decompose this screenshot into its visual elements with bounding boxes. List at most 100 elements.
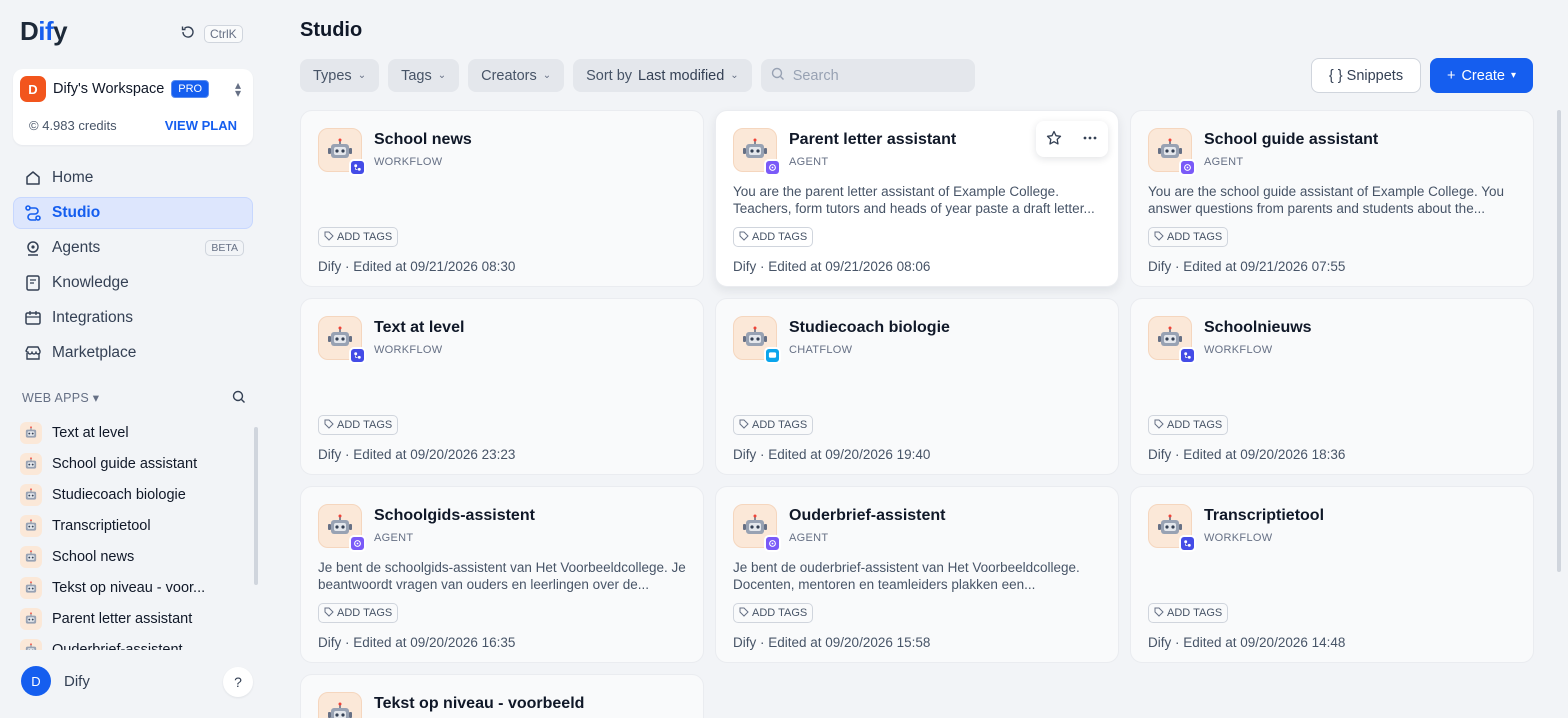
- nav-integrations[interactable]: Integrations: [13, 302, 253, 334]
- tag-icon: [739, 607, 749, 620]
- app-meta: Dify · Edited at 09/20/2026 23:23: [318, 447, 516, 462]
- web-app-label: Studiecoach biologie: [52, 486, 186, 503]
- agent-type-icon: [349, 535, 366, 552]
- web-app-label: Tekst op niveau - voor...: [52, 579, 206, 596]
- web-app-item[interactable]: Text at level: [18, 417, 254, 448]
- app-card[interactable]: School guide assistant AGENT You are the s…: [1130, 110, 1534, 287]
- types-filter[interactable]: Types ⌄: [300, 59, 380, 92]
- app-card[interactable]: School news WORKFLOW ADD TAGS Dify · Edited…: [300, 110, 704, 287]
- app-description: [318, 183, 688, 217]
- robot-icon: [318, 504, 366, 552]
- book-icon: [24, 274, 42, 292]
- app-card[interactable]: Schoolgids-assistent AGENT Je bent de scho…: [300, 486, 704, 663]
- nav-home[interactable]: Home: [13, 162, 253, 194]
- main-scrollbar[interactable]: [1557, 110, 1561, 572]
- app-card[interactable]: Ouderbrief-assistent AGENT Je bent de oude…: [715, 486, 1119, 663]
- creators-filter[interactable]: Creators ⌄: [468, 59, 565, 92]
- web-app-item[interactable]: Parent letter assistant: [18, 603, 254, 634]
- agent-type-icon: [764, 535, 781, 552]
- view-plan-link[interactable]: VIEW PLAN: [165, 118, 237, 133]
- add-tags-button[interactable]: ADD TAGS: [318, 603, 399, 623]
- nav-marketplace[interactable]: Marketplace: [13, 337, 253, 369]
- add-tags-button[interactable]: ADD TAGS: [1148, 603, 1229, 623]
- dify-logo[interactable]: Dify: [20, 16, 68, 47]
- chevron-up-down-icon[interactable]: ▴ ▾: [235, 79, 241, 99]
- web-app-label: Text at level: [52, 424, 129, 441]
- nav-agents[interactable]: Agents BETA: [13, 232, 253, 264]
- app-description: You are the school guide assistant of Ex…: [1148, 184, 1504, 216]
- app-description: [318, 371, 688, 405]
- app-description: Je bent de schoolgids-assistent van Het …: [318, 560, 686, 592]
- filter-bar: Types ⌄ Tags ⌄ Creators ⌄ Sort by Last modif…: [300, 59, 975, 92]
- search-input[interactable]: Search: [760, 59, 975, 92]
- star-icon[interactable]: [1046, 130, 1062, 149]
- app-card[interactable]: Text at level WORKFLOW ADD TAGS Dify · Edit…: [300, 298, 704, 475]
- tag-icon: [739, 231, 749, 244]
- home-icon: [24, 169, 42, 187]
- robot-icon: [20, 576, 42, 599]
- user-menu[interactable]: D Dify: [21, 666, 90, 696]
- more-icon[interactable]: [1082, 130, 1098, 149]
- app-card[interactable]: Schoolnieuws WORKFLOW ADD TAGS Dify · Edite…: [1130, 298, 1534, 475]
- snippets-button[interactable]: { } Snippets: [1311, 58, 1421, 93]
- app-type: CHATFLOW: [789, 344, 853, 356]
- sidebar-scrollbar[interactable]: [254, 427, 258, 585]
- robot-icon: [318, 128, 366, 176]
- help-button[interactable]: ?: [223, 667, 253, 697]
- robot-icon: [20, 421, 42, 444]
- tags-filter[interactable]: Tags ⌄: [388, 59, 460, 92]
- web-app-item[interactable]: Studiecoach biologie: [18, 479, 254, 510]
- web-app-item[interactable]: Tekst op niveau - voor...: [18, 572, 254, 603]
- chevron-down-icon: ⌄: [357, 70, 367, 81]
- add-tags-button[interactable]: ADD TAGS: [733, 603, 814, 623]
- workflow-type-icon: [1179, 535, 1196, 552]
- chatflow-type-icon: [764, 347, 781, 364]
- plus-icon: +: [1446, 67, 1456, 84]
- sort-dropdown[interactable]: Sort by Last modified ⌄: [573, 59, 752, 92]
- nav-label: Agents: [52, 239, 101, 256]
- web-app-item[interactable]: Transcriptietool: [18, 510, 254, 541]
- web-app-label: Transcriptietool: [52, 517, 151, 534]
- nav-label: Home: [52, 169, 94, 186]
- chevron-down-icon: ⌄: [542, 70, 552, 81]
- app-card[interactable]: Tekst op niveau - voorbeeld: [300, 674, 704, 718]
- workflow-type-icon: [349, 347, 366, 364]
- app-card[interactable]: Parent letter assistant AGENT You are the …: [715, 110, 1119, 287]
- add-tags-button[interactable]: ADD TAGS: [733, 227, 814, 247]
- user-name: Dify: [64, 672, 90, 690]
- app-meta: Dify · Edited at 09/20/2026 18:36: [1148, 447, 1346, 462]
- add-tags-button[interactable]: ADD TAGS: [318, 227, 399, 247]
- web-apps-heading[interactable]: WEB APPS ▾: [22, 390, 99, 405]
- robot-icon: [733, 316, 781, 364]
- web-app-item[interactable]: School guide assistant: [18, 448, 254, 479]
- app-description: You are the parent letter assistant of E…: [733, 184, 1095, 216]
- web-app-item[interactable]: Ouderbrief-assistent: [18, 634, 254, 650]
- app-type: AGENT: [374, 532, 414, 544]
- workspace-switcher[interactable]: D Dify's Workspace PRO: [20, 76, 210, 102]
- app-title: Studiecoach biologie: [789, 319, 950, 336]
- nav-studio[interactable]: Studio: [13, 197, 253, 229]
- robot-icon: [20, 545, 42, 568]
- robot-icon: [20, 638, 42, 650]
- app-type: WORKFLOW: [1204, 532, 1273, 544]
- app-card[interactable]: Transcriptietool WORKFLOW ADD TAGS Dify · E…: [1130, 486, 1534, 663]
- nav-knowledge[interactable]: Knowledge: [13, 267, 253, 299]
- app-card[interactable]: Studiecoach biologie CHATFLOW ADD TAGS Dify…: [715, 298, 1119, 475]
- top-tools: CtrlK: [180, 24, 243, 43]
- app-type: WORKFLOW: [1204, 344, 1273, 356]
- app-description: [733, 371, 1103, 405]
- robot-icon: [1148, 504, 1196, 552]
- add-tags-button[interactable]: ADD TAGS: [1148, 415, 1229, 435]
- workflow-type-icon: [1179, 347, 1196, 364]
- card-actions: [1036, 121, 1108, 157]
- app-meta: Dify · Edited at 09/20/2026 15:58: [733, 635, 931, 650]
- app-meta: Dify · Edited at 09/21/2026 08:06: [733, 259, 931, 274]
- add-tags-button[interactable]: ADD TAGS: [733, 415, 814, 435]
- search-icon[interactable]: [232, 390, 246, 407]
- create-button[interactable]: + Create ▾: [1430, 58, 1533, 93]
- web-app-item[interactable]: School news: [18, 541, 254, 572]
- add-tags-button[interactable]: ADD TAGS: [1148, 227, 1229, 247]
- main-nav: Home Studio Agents BETA Knowledge Integr…: [13, 162, 253, 372]
- add-tags-button[interactable]: ADD TAGS: [318, 415, 399, 435]
- history-icon[interactable]: [180, 24, 196, 43]
